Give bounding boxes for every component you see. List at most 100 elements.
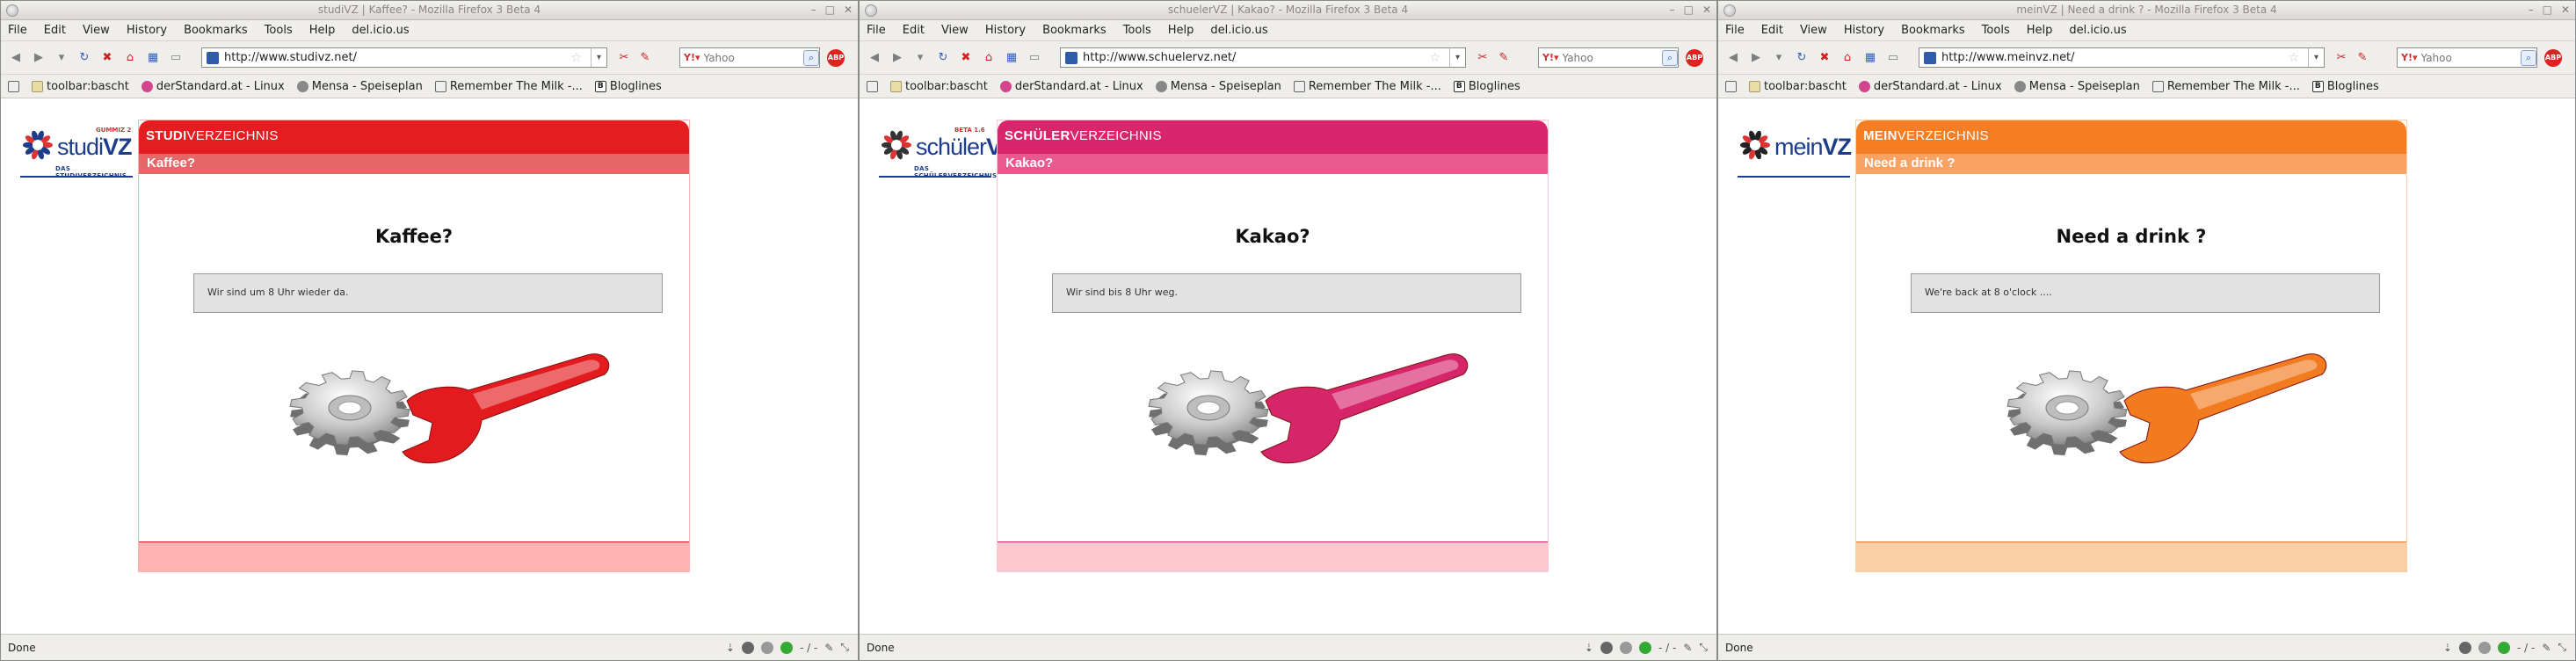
back-icon[interactable]: ◀	[8, 50, 24, 66]
maximize-icon[interactable]: □	[825, 4, 835, 16]
delicious-tag-icon[interactable]: ✂	[2333, 50, 2349, 66]
bookmark-item[interactable]: Mensa - Speiseplan	[2014, 80, 2140, 93]
url-bar[interactable]: http://www.schuelervz.net/ ☆ ▾	[1060, 47, 1466, 68]
yahoo-engine-icon[interactable]: Y!▾	[1542, 52, 1559, 63]
bookmark-item[interactable]: derStandard.at - Linux	[141, 80, 285, 93]
maximize-icon[interactable]: □	[1684, 4, 1694, 16]
resize-grip-icon[interactable]: ⤡	[2558, 641, 2566, 654]
tools-icon[interactable]: ✎	[2355, 50, 2370, 66]
menu-item-delicious[interactable]: del.icio.us	[352, 24, 409, 37]
bookmark-item[interactable]: Mensa - Speiseplan	[1155, 80, 1281, 93]
url-bar[interactable]: http://www.meinvz.net/ ☆ ▾	[1919, 47, 2325, 68]
site-logo[interactable]: BETA 1.6 schülerVZ DAS SCHÜLERVERZEICHNI…	[879, 123, 1016, 179]
bookmark-item[interactable]: Remember The Milk -...	[434, 80, 583, 93]
menu-item-view[interactable]: View	[941, 24, 969, 37]
menu-item-delicious[interactable]: del.icio.us	[2069, 24, 2126, 37]
addon-icon[interactable]: ▦	[1004, 50, 1020, 66]
edit-icon[interactable]: ✎	[2542, 642, 2551, 654]
edit-icon[interactable]: ✎	[1683, 642, 1692, 654]
addon-status-icon[interactable]	[1600, 641, 1613, 654]
menu-item-tools[interactable]: Tools	[1123, 24, 1151, 37]
forward-icon[interactable]: ▶	[31, 50, 47, 66]
maximize-icon[interactable]: □	[2543, 4, 2552, 16]
bookmark-item[interactable]: derStandard.at - Linux	[999, 80, 1143, 93]
bookmark-item[interactable]: B Bloglines	[1453, 80, 1520, 93]
close-icon[interactable]: ✕	[1702, 4, 1711, 16]
back-icon[interactable]: ◀	[867, 50, 882, 66]
resize-grip-icon[interactable]: ⤡	[840, 641, 849, 654]
validation-ok-icon[interactable]	[2497, 641, 2510, 654]
title-bar[interactable]: meinVZ | Need a drink ? - Mozilla Firefo…	[1718, 1, 2575, 20]
stop-icon[interactable]: ✖	[958, 50, 974, 66]
bookmark-menu-icon[interactable]	[8, 80, 19, 92]
url-dropdown-icon[interactable]: ▾	[1449, 48, 1465, 67]
screenshot-icon[interactable]: ▭	[168, 50, 184, 66]
adblock-icon[interactable]: ABP	[827, 48, 845, 67]
menu-item-file[interactable]: File	[1725, 24, 1745, 37]
menu-item-file[interactable]: File	[8, 24, 27, 37]
menu-item-help[interactable]: Help	[2027, 24, 2053, 37]
bookmark-item[interactable]: B Bloglines	[594, 80, 662, 93]
menu-item-tools[interactable]: Tools	[265, 24, 293, 37]
search-input[interactable]	[1562, 51, 1651, 64]
dropdown-icon[interactable]: ▾	[912, 50, 928, 66]
close-icon[interactable]: ✕	[2561, 4, 2570, 16]
menu-item-edit[interactable]: Edit	[44, 24, 66, 37]
forward-icon[interactable]: ▶	[889, 50, 905, 66]
reload-icon[interactable]: ↻	[1794, 50, 1810, 66]
adblock-icon[interactable]: ABP	[2544, 48, 2562, 67]
tools-icon[interactable]: ✎	[1496, 50, 1512, 66]
home-icon[interactable]: ⌂	[1839, 50, 1855, 66]
validation-ok-icon[interactable]	[780, 641, 793, 654]
bookmark-menu-icon[interactable]	[1725, 80, 1737, 92]
search-icon[interactable]: ⌕	[803, 49, 819, 66]
minimize-icon[interactable]: –	[811, 4, 816, 16]
bookmark-menu-icon[interactable]	[867, 80, 878, 92]
menu-item-tools[interactable]: Tools	[1982, 24, 2010, 37]
addon-icon[interactable]: ▦	[1862, 50, 1878, 66]
site-logo[interactable]: meinVZ	[1738, 123, 1852, 178]
search-input[interactable]	[2420, 51, 2509, 64]
edit-icon[interactable]: ✎	[824, 642, 833, 654]
validation-ok-icon[interactable]	[1638, 641, 1651, 654]
url-text[interactable]: http://www.meinvz.net/	[1941, 51, 2075, 64]
reload-icon[interactable]: ↻	[76, 50, 92, 66]
title-bar[interactable]: studiVZ | Kaffee? - Mozilla Firefox 3 Be…	[1, 1, 858, 20]
bookmark-item[interactable]: Remember The Milk -...	[1293, 80, 1441, 93]
reload-icon[interactable]: ↻	[935, 50, 951, 66]
menu-item-bookmarks[interactable]: Bookmarks	[1901, 24, 1965, 37]
cookie-icon[interactable]	[2478, 641, 2491, 654]
menu-item-edit[interactable]: Edit	[1761, 24, 1783, 37]
dropdown-icon[interactable]: ▾	[54, 50, 69, 66]
resize-grip-icon[interactable]: ⤡	[1699, 641, 1708, 654]
menu-item-help[interactable]: Help	[1168, 24, 1194, 37]
proxy-icon[interactable]: ⇣	[2443, 642, 2452, 654]
menu-item-history[interactable]: History	[127, 24, 167, 37]
bookmark-star-icon[interactable]: ☆	[2288, 51, 2303, 65]
menu-item-bookmarks[interactable]: Bookmarks	[1042, 24, 1107, 37]
menu-item-history[interactable]: History	[985, 24, 1026, 37]
url-text[interactable]: http://www.schuelervz.net/	[1083, 51, 1236, 64]
yahoo-engine-icon[interactable]: Y!▾	[2401, 52, 2418, 63]
adblock-icon[interactable]: ABP	[1686, 48, 1703, 67]
tools-icon[interactable]: ✎	[637, 50, 653, 66]
delicious-tag-icon[interactable]: ✂	[1475, 50, 1491, 66]
search-icon[interactable]: ⌕	[1662, 49, 1678, 66]
search-icon[interactable]: ⌕	[2521, 49, 2536, 66]
bookmark-item[interactable]: derStandard.at - Linux	[1858, 80, 2002, 93]
proxy-icon[interactable]: ⇣	[726, 642, 735, 654]
screenshot-icon[interactable]: ▭	[1885, 50, 1901, 66]
url-text[interactable]: http://www.studivz.net/	[224, 51, 357, 64]
url-bar[interactable]: http://www.studivz.net/ ☆ ▾	[201, 47, 607, 68]
home-icon[interactable]: ⌂	[981, 50, 997, 66]
close-icon[interactable]: ✕	[844, 4, 853, 16]
proxy-icon[interactable]: ⇣	[1585, 642, 1593, 654]
bookmark-item[interactable]: Remember The Milk -...	[2152, 80, 2300, 93]
url-dropdown-icon[interactable]: ▾	[591, 48, 606, 67]
addon-status-icon[interactable]	[741, 641, 754, 654]
dropdown-icon[interactable]: ▾	[1771, 50, 1787, 66]
bookmark-star-icon[interactable]: ☆	[570, 51, 585, 65]
bookmark-item[interactable]: toolbar:bascht	[1749, 80, 1847, 93]
back-icon[interactable]: ◀	[1725, 50, 1741, 66]
title-bar[interactable]: schuelerVZ | Kakao? - Mozilla Firefox 3 …	[860, 1, 1716, 20]
